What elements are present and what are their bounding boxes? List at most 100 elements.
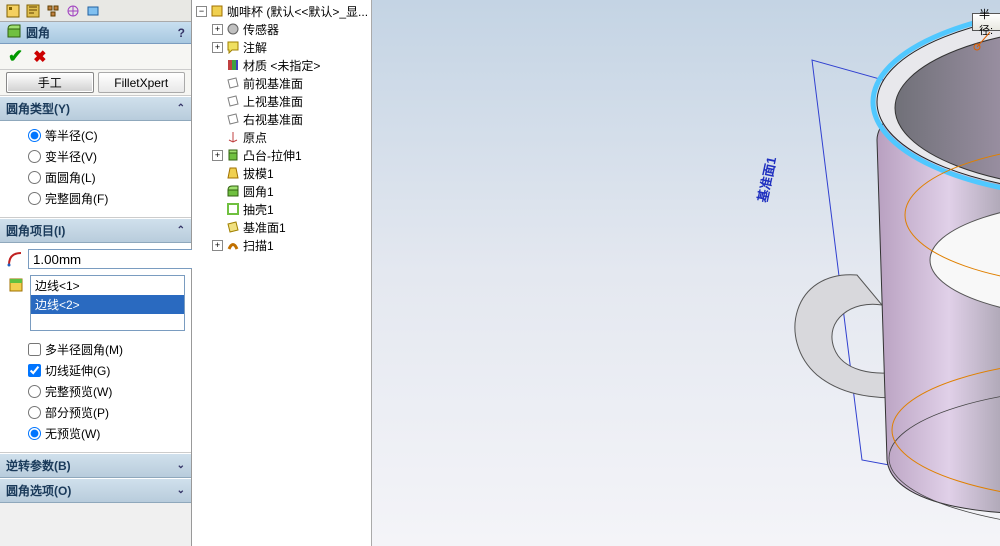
tree-item-label: 拔模1 (243, 165, 274, 182)
pm-tab-strip (0, 0, 191, 22)
tree-item-label: 基准面1 (243, 219, 286, 236)
tree-item-plane1[interactable]: 基准面1 (192, 218, 371, 236)
radio-no-preview-label: 无预览(W) (45, 425, 100, 442)
chevron-up-icon: ⌃ (177, 103, 185, 114)
tree-item-label: 抽壳1 (243, 201, 274, 218)
radio-full-round[interactable]: 完整圆角(F) (28, 188, 185, 209)
radius-flag[interactable]: 半径: 1mm (972, 13, 1000, 31)
tree-item-top-plane[interactable]: 上视基准面 (192, 92, 371, 110)
list-item[interactable]: 边线<1> (31, 276, 184, 295)
plane-icon (225, 93, 241, 109)
check-tangent-prop-label: 切线延伸(G) (45, 362, 110, 379)
tree-item-label: 上视基准面 (243, 93, 303, 110)
radius-icon (6, 249, 24, 269)
tab-dimxpert-icon[interactable] (64, 2, 82, 20)
tree-item-material[interactable]: 材质 <未指定> (192, 56, 371, 74)
collapse-icon[interactable]: − (196, 6, 207, 17)
viewport-3d[interactable]: 半径: 1mm 基准面1 (372, 0, 1000, 546)
section-fillet-type[interactable]: 圆角类型(Y) ⌃ (0, 96, 191, 121)
tree-item-label: 前视基准面 (243, 75, 303, 92)
tree-item-label: 传感器 (243, 21, 279, 38)
sweep-icon (225, 237, 241, 253)
tree-item-label: 圆角1 (243, 183, 274, 200)
fillet-feature-icon (6, 23, 22, 42)
tree-item-sweep1[interactable]: + 扫描1 (192, 236, 371, 254)
radio-full-preview-label: 完整预览(W) (45, 383, 112, 400)
radius-flag-label: 半径: (973, 6, 1000, 38)
tab-config-mgr-icon[interactable] (44, 2, 62, 20)
expand-icon[interactable]: + (212, 240, 223, 251)
draft-icon (225, 165, 241, 181)
list-item[interactable]: 边线<2> (31, 295, 184, 314)
help-icon[interactable]: ? (178, 26, 185, 40)
ok-button[interactable]: ✔ (8, 46, 23, 67)
tree-item-origin[interactable]: 原点 (192, 128, 371, 146)
tab-property-mgr-icon[interactable] (24, 2, 42, 20)
tree-item-label: 右视基准面 (243, 111, 303, 128)
feature-title: 圆角 (26, 24, 50, 41)
tab-feature-tree-icon[interactable] (4, 2, 22, 20)
check-multi-radius-label: 多半径圆角(M) (45, 341, 123, 358)
tree-item-label: 材质 <未指定> (243, 57, 320, 74)
radio-var-radius-label: 变半径(V) (45, 148, 97, 165)
radio-full-preview[interactable]: 完整预览(W) (28, 381, 185, 402)
tree-item-label: 原点 (243, 129, 267, 146)
tree-item-draft1[interactable]: 拔模1 (192, 164, 371, 182)
check-tangent-prop[interactable]: 切线延伸(G) (28, 360, 185, 381)
fillet-icon (225, 183, 241, 199)
radio-const-radius[interactable]: 等半径(C) (28, 125, 185, 146)
radius-input[interactable] (28, 249, 215, 269)
section-reverse-params[interactable]: 逆转参数(B) ⌄ (0, 453, 191, 478)
material-icon (225, 57, 241, 73)
check-multi-radius[interactable]: 多半径圆角(M) (28, 339, 185, 360)
tree-item-sensors[interactable]: + 传感器 (192, 20, 371, 38)
tree-item-shell1[interactable]: 抽壳1 (192, 200, 371, 218)
cancel-button[interactable]: ✖ (33, 47, 46, 67)
edge-selection-list[interactable]: 边线<1> 边线<2> (30, 275, 185, 331)
expand-icon[interactable]: + (212, 42, 223, 53)
tree-item-annotations[interactable]: +注解 (192, 38, 371, 56)
tab-filletxpert-label: FilletXpert (114, 76, 168, 90)
radio-face-fillet[interactable]: 面圆角(L) (28, 167, 185, 188)
mode-tab-row: 手工 FilletXpert (0, 70, 191, 96)
chevron-down-icon: ⌄ (177, 460, 185, 471)
confirm-row: ✔ ✖ (0, 44, 191, 70)
radio-no-preview[interactable]: 无预览(W) (28, 423, 185, 444)
section-fillet-type-body: 等半径(C) 变半径(V) 面圆角(L) 完整圆角(F) (0, 121, 191, 218)
section-fillet-options-label: 圆角选项(O) (6, 482, 71, 499)
chevron-down-icon: ⌄ (177, 485, 185, 496)
radio-partial-preview[interactable]: 部分预览(P) (28, 402, 185, 423)
expand-icon[interactable]: + (212, 24, 223, 35)
part-icon (209, 3, 225, 19)
property-manager-pane: 圆角 ? ✔ ✖ 手工 FilletXpert 圆角类型(Y) ⌃ 等半径(C) … (0, 0, 192, 546)
radio-face-fillet-label: 面圆角(L) (45, 169, 96, 186)
tab-filletxpert[interactable]: FilletXpert (98, 72, 186, 93)
feature-tree: −咖啡杯 (默认<<默认>_显... + 传感器 +注解 材质 <未指定> 前视基… (192, 0, 372, 546)
tree-item-right-plane[interactable]: 右视基准面 (192, 110, 371, 128)
plane-icon (225, 111, 241, 127)
tree-item-extrude1[interactable]: + 凸台-拉伸1 (192, 146, 371, 164)
expand-icon[interactable]: + (212, 150, 223, 161)
tab-manual[interactable]: 手工 (6, 72, 94, 93)
section-fillet-items-label: 圆角项目(I) (6, 222, 65, 239)
tree-root[interactable]: −咖啡杯 (默认<<默认>_显... (192, 2, 371, 20)
tree-item-label: 扫描1 (243, 237, 274, 254)
section-fillet-options[interactable]: 圆角选项(O) ⌄ (0, 478, 191, 503)
tree-item-label: 凸台-拉伸1 (243, 147, 302, 164)
radio-var-radius[interactable]: 变半径(V) (28, 146, 185, 167)
feature-title-bar: 圆角 ? (0, 22, 191, 44)
section-fillet-type-label: 圆角类型(Y) (6, 100, 70, 117)
tab-display-mgr-icon[interactable] (84, 2, 102, 20)
plane-icon (225, 75, 241, 91)
radio-const-radius-label: 等半径(C) (45, 127, 98, 144)
section-reverse-params-label: 逆转参数(B) (6, 457, 71, 474)
section-fillet-items[interactable]: 圆角项目(I)⌃ (0, 218, 191, 243)
sensor-icon (225, 21, 241, 37)
radio-partial-preview-label: 部分预览(P) (45, 404, 109, 421)
tree-item-fillet1[interactable]: 圆角1 (192, 182, 371, 200)
origin-icon (225, 129, 241, 145)
tree-item-front-plane[interactable]: 前视基准面 (192, 74, 371, 92)
tab-manual-label: 手工 (38, 74, 62, 91)
edge-callout-marker (972, 42, 982, 52)
section-fillet-items-body: ▲▼ 边线<1> 边线<2> 多半径圆角(M) 切线延伸(G) 完整预览(W) … (0, 243, 191, 453)
